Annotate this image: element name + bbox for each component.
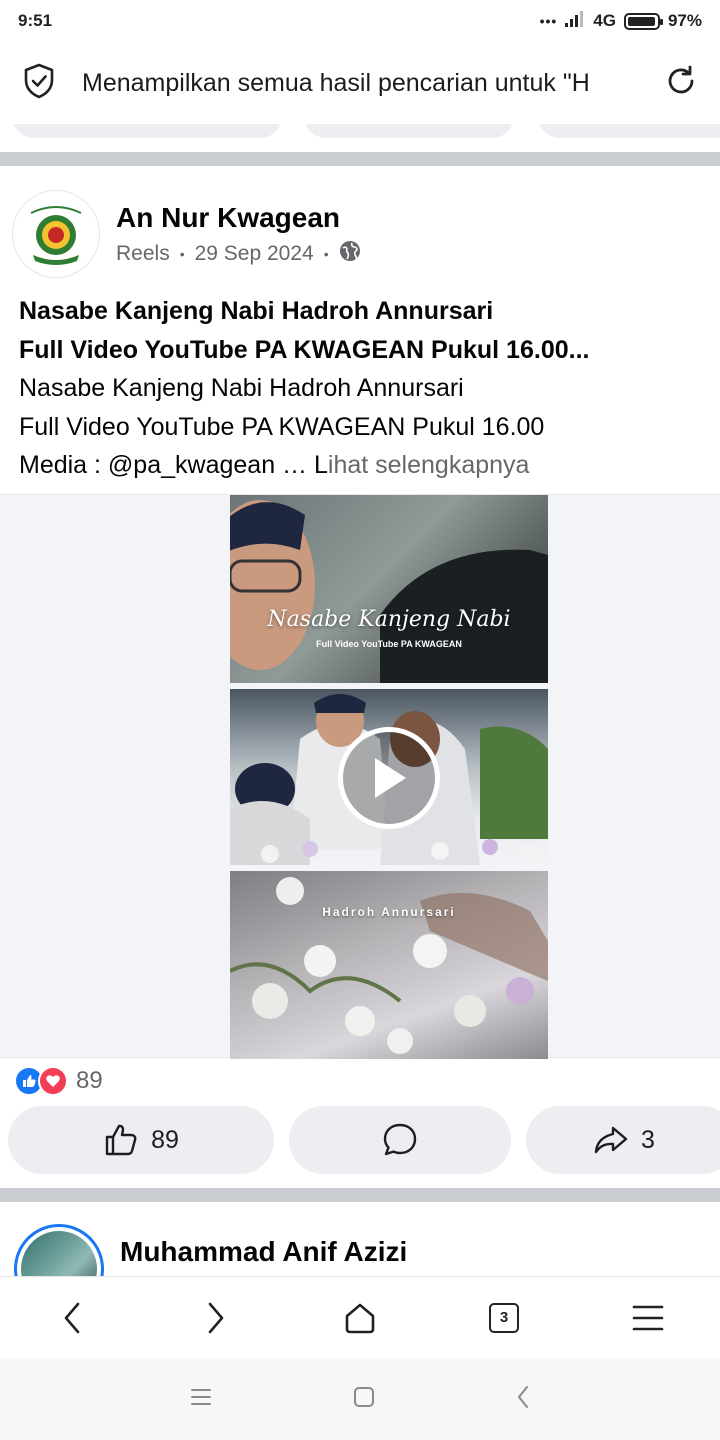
page-logo [30, 206, 82, 265]
post-meta: Reels • 29 Sep 2024 • [116, 240, 361, 268]
author-name[interactable]: Muhammad Anif Azizi [120, 1236, 407, 1268]
video-frame-1: Nasabe Kanjeng Nabi Full Video YouTube P… [230, 495, 548, 683]
like-button[interactable]: 89 [8, 1106, 274, 1174]
comment-icon [383, 1123, 417, 1156]
address-text[interactable]: Menampilkan semua hasil pencarian untuk … [82, 69, 646, 98]
address-bar: Menampilkan semua hasil pencarian untuk … [0, 42, 720, 124]
see-more-link[interactable]: ihat selengkapnya [328, 451, 530, 479]
reaction-summary[interactable]: 89 [14, 1064, 103, 1098]
hamburger-menu-icon [632, 1305, 664, 1330]
share-button[interactable]: 3 [526, 1106, 720, 1174]
comment-button[interactable] [289, 1106, 511, 1174]
system-back-icon[interactable] [516, 1385, 530, 1414]
battery-icon [623, 12, 663, 30]
next-post: Muhammad Anif Azizi [0, 1210, 720, 1276]
filter-chip[interactable] [304, 124, 514, 138]
video-frame-subtitle: Full Video YouTube PA KWAGEAN [316, 639, 462, 649]
tab-count: 3 [489, 1302, 519, 1333]
meta-separator: • [179, 246, 185, 262]
filter-chip[interactable] [538, 124, 720, 138]
chevron-right-icon [208, 1302, 224, 1333]
tabs-button[interactable]: 3 [474, 1288, 534, 1348]
reaction-count: 89 [76, 1067, 103, 1094]
filter-chip[interactable] [12, 124, 282, 138]
feed-divider [0, 152, 720, 166]
video-frame-3: Hadroh Annursari [230, 871, 548, 1059]
like-count: 89 [151, 1125, 179, 1154]
post-text: Nasabe Kanjeng Nabi Hadroh Annursari Ful… [19, 292, 709, 485]
status-bar: 9:51 ••• 4G 97% [0, 0, 720, 42]
recent-apps-icon[interactable] [190, 1387, 212, 1412]
video-frame-illustration [230, 500, 548, 683]
shield-check-icon[interactable] [22, 63, 56, 104]
globe-icon [339, 240, 361, 268]
share-icon [594, 1126, 628, 1154]
feed-divider [0, 1188, 720, 1202]
video-frame-title: Nasabe Kanjeng Nabi [267, 607, 511, 632]
reload-icon[interactable] [664, 64, 698, 103]
menu-button[interactable] [618, 1288, 678, 1348]
signal-icon [565, 10, 585, 32]
browser-nav-bar: 3 [0, 1276, 720, 1358]
page-avatar[interactable] [12, 190, 100, 278]
share-count: 3 [641, 1125, 655, 1154]
meta-separator: • [323, 246, 329, 262]
author-avatar[interactable] [14, 1224, 104, 1276]
post-actions: 89 3 [0, 1106, 720, 1174]
post-title[interactable]: Nasabe Kanjeng Nabi Hadroh Annursari Ful… [19, 292, 709, 369]
page-name[interactable]: An Nur Kwagean [116, 202, 340, 234]
post-type: Reels [116, 242, 170, 265]
post-date[interactable]: 29 Sep 2024 [195, 242, 314, 266]
notification-dots: ••• [539, 13, 558, 29]
status-indicators: ••• 4G 97% [539, 10, 702, 32]
post-header: An Nur Kwagean Reels • 29 Sep 2024 • [0, 186, 720, 282]
chevron-left-icon [64, 1302, 80, 1333]
thumbs-up-icon [105, 1124, 137, 1156]
video-frame-illustration [230, 877, 548, 1054]
filter-chips [0, 124, 720, 140]
post-body-wrap: Nasabe Kanjeng Nabi Hadroh Annursari Ful… [19, 369, 709, 485]
forward-button[interactable] [186, 1288, 246, 1348]
play-icon [375, 758, 406, 798]
video-media[interactable]: Nasabe Kanjeng Nabi Full Video YouTube P… [0, 494, 720, 1059]
video-frame-title: Hadroh Annursari [322, 905, 456, 919]
home-icon [345, 1303, 375, 1333]
battery-percent: 97% [667, 11, 702, 30]
status-time: 9:51 [18, 11, 53, 30]
home-button[interactable] [330, 1288, 390, 1348]
play-button[interactable] [338, 727, 440, 829]
network-type: 4G [593, 11, 616, 30]
system-home-icon[interactable] [353, 1386, 375, 1413]
system-nav-bar [0, 1358, 720, 1440]
avatar-image [21, 1231, 97, 1276]
love-reaction-icon [38, 1066, 68, 1096]
back-button[interactable] [42, 1288, 102, 1348]
